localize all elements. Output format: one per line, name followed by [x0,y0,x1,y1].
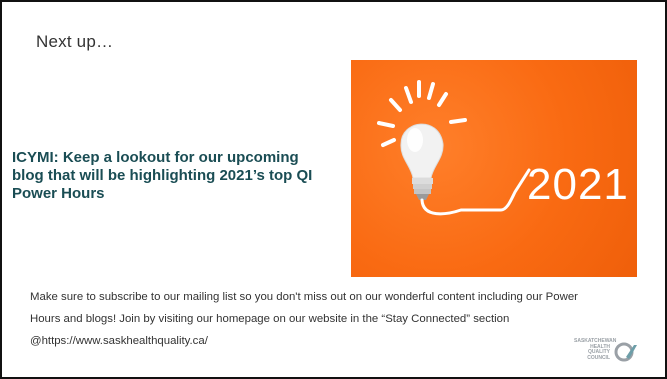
year-label: 2021 [527,160,629,209]
slide-title: Next up… [36,32,114,51]
hqc-logo-icon [614,342,637,362]
headline: ICYMI: Keep a lookout for our upcoming b… [12,149,313,202]
logo-text: SASKATCHEWAN HEALTH QUALITY COUNCIL [574,338,617,361]
slide: Next up… ICYMI: Keep a lookout for our u… [0,0,667,379]
hqc-logo: SASKATCHEWAN HEALTH QUALITY COUNCIL [574,337,664,367]
subscribe-paragraph: Make sure to subscribe to our mailing li… [30,291,578,347]
lightbulb-2021-image: 2021 [351,60,637,277]
